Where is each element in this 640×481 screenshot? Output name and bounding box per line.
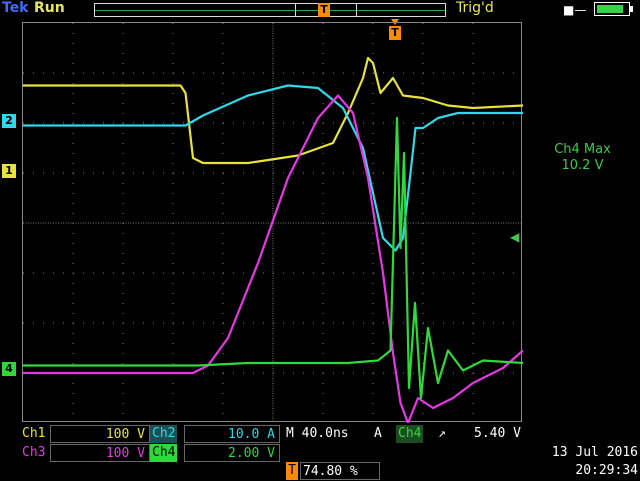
ch3-scale[interactable]: 100 V (50, 444, 150, 462)
trigger-source[interactable]: Ch4 (396, 425, 424, 443)
record-timeline (94, 3, 446, 17)
trigger-level[interactable]: 5.40 V (472, 425, 523, 443)
ch3-label[interactable]: Ch3 (20, 444, 47, 462)
ch1-label[interactable]: Ch1 (20, 425, 47, 443)
timeline-trigger-marker: T (318, 3, 330, 17)
trigger-slope-icon[interactable]: ↗ (436, 425, 448, 443)
trigger-mode[interactable]: A (372, 425, 384, 443)
trigger-position[interactable]: 74.80 % (300, 462, 380, 480)
waveform-svg (23, 23, 523, 423)
battery-fill (597, 5, 623, 13)
ch2-label[interactable]: Ch2 (150, 425, 178, 443)
ch4-scale[interactable]: 2.00 V (184, 444, 280, 462)
time: 20:29:34 (575, 463, 638, 478)
status-bar: Tek Run T Trig'd ■— (0, 0, 640, 22)
trigger-position-icon: T (286, 462, 298, 480)
run-state[interactable]: Run (34, 0, 65, 16)
date-time: 13 Jul 2016 20:29:34 (538, 444, 638, 480)
battery-icon (594, 2, 633, 16)
ch1-ground-marker[interactable]: 1 (2, 164, 16, 178)
measurement-value: 10.2 V (561, 158, 604, 173)
measurement-label: Ch4 Max (554, 142, 611, 157)
brand-logo: Tek (2, 0, 29, 16)
timebase[interactable]: M 40.0ns (284, 425, 351, 443)
ch1-scale[interactable]: 100 V (50, 425, 150, 443)
trigger-state: Trig'd (456, 0, 494, 16)
timeline-center-line (95, 10, 445, 11)
ch4-ground-marker[interactable]: 4 (2, 362, 16, 376)
trigger-level-arrow-icon[interactable]: ◀ (510, 230, 519, 244)
ch2-ground-marker[interactable]: 2 (2, 114, 16, 128)
ch4-label[interactable]: Ch4 (150, 444, 178, 462)
plug-icon: ■— (563, 3, 587, 17)
waveform-display[interactable] (22, 22, 523, 423)
measurement-readout: Ch4 Max 10.2 V (530, 142, 635, 174)
date: 13 Jul 2016 (551, 445, 638, 460)
ch2-scale[interactable]: 10.0 A (184, 425, 280, 443)
